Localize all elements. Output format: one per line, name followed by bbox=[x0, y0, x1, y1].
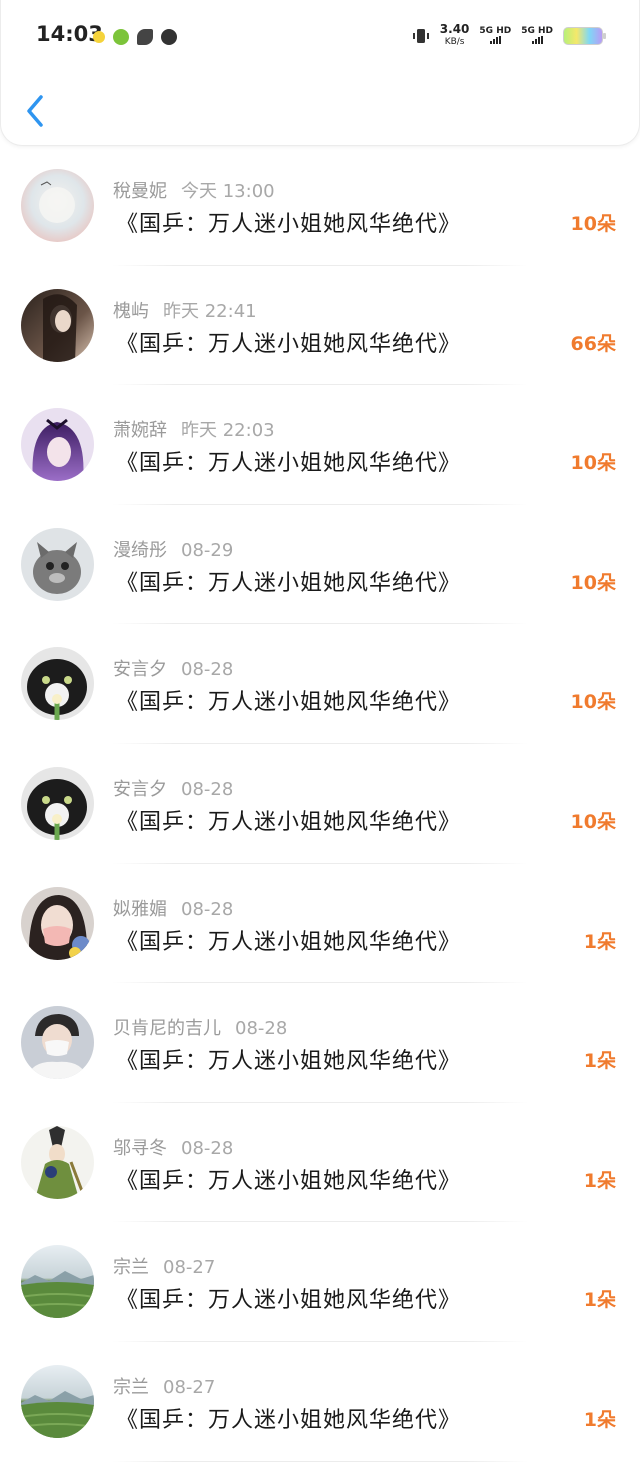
flower-count: 1朵 bbox=[583, 1289, 616, 1312]
user-meta: 安言夕 08-28 bbox=[113, 655, 233, 681]
user-meta: 姒雅媚 08-28 bbox=[113, 895, 233, 921]
list-item[interactable]: 贝肯尼的吉儿 08-28 《国乒：万人迷小姐她风华绝代》 1朵 bbox=[0, 983, 640, 1103]
link-icon bbox=[137, 29, 153, 45]
book-title: 《国乒：万人迷小姐她风华绝代》 bbox=[116, 929, 462, 955]
mascot-icon bbox=[161, 29, 177, 45]
flower-count: 1朵 bbox=[583, 1050, 616, 1073]
avatar[interactable] bbox=[21, 647, 94, 721]
battery-icon bbox=[563, 27, 606, 45]
top-bar: 14:03 3.40 KB/s 5G HD 5G HD bbox=[0, 0, 640, 146]
list-item[interactable]: 邬寻冬 08-28 《国乒：万人迷小姐她风华绝代》 1朵 bbox=[0, 1103, 640, 1223]
book-title: 《国乒：万人迷小姐她风华绝代》 bbox=[116, 212, 462, 237]
avatar[interactable] bbox=[21, 766, 94, 840]
flower-count: 10朵 bbox=[570, 452, 616, 475]
book-title: 《国乒：万人迷小姐她风华绝代》 bbox=[116, 690, 462, 716]
avatar[interactable] bbox=[21, 527, 94, 601]
user-meta: 槐屿 昨天 22:41 bbox=[113, 297, 257, 323]
user-meta: 安言夕 08-28 bbox=[113, 775, 233, 801]
user-meta: 宗兰 08-27 bbox=[113, 1253, 215, 1279]
list-item[interactable]: 漫绮彤 08-29 《国乒：万人迷小姐她风华绝代》 10朵 bbox=[0, 505, 640, 625]
timestamp: 08-27 bbox=[163, 1376, 216, 1398]
avatar[interactable] bbox=[21, 886, 94, 960]
avatar[interactable] bbox=[21, 169, 94, 242]
avatar[interactable] bbox=[21, 288, 94, 362]
user-name[interactable]: 萧婉辞 bbox=[113, 420, 167, 441]
user-name[interactable]: 安言夕 bbox=[113, 659, 167, 680]
timestamp: 08-28 bbox=[181, 778, 234, 800]
signal-2-label: 5G HD bbox=[521, 25, 553, 36]
gift-list: 稅曼妮 今天 13:00 《国乒：万人迷小姐她风华绝代》 10朵 槐屿 昨天 22:41 《… bbox=[0, 146, 640, 1462]
flower-count: 10朵 bbox=[570, 691, 616, 714]
list-item[interactable]: 稅曼妮 今天 13:00 《国乒：万人迷小姐她风华绝代》 10朵 bbox=[0, 146, 640, 266]
speed-value: 3.40 bbox=[439, 22, 470, 36]
timestamp: 08-28 bbox=[181, 659, 234, 681]
user-name[interactable]: 槐屿 bbox=[113, 301, 149, 322]
back-arrow-icon[interactable] bbox=[21, 92, 51, 130]
leaf-icon bbox=[113, 29, 129, 45]
user-name[interactable]: 邬寻冬 bbox=[113, 1138, 167, 1159]
flower-count: 10朵 bbox=[570, 213, 616, 235]
signal-2: 5G HD bbox=[521, 26, 553, 47]
user-name[interactable]: 宗兰 bbox=[113, 1377, 149, 1398]
user-meta: 邬寻冬 08-28 bbox=[113, 1134, 233, 1160]
list-item[interactable]: 安言夕 08-28 《国乒：万人迷小姐她风华绝代》 10朵 bbox=[0, 744, 640, 864]
avatar[interactable] bbox=[21, 1245, 94, 1319]
vibrate-icon bbox=[412, 29, 429, 43]
signal-1-bars-icon bbox=[489, 35, 501, 44]
status-right: 3.40 KB/s 5G HD 5G HD bbox=[412, 22, 606, 48]
row-divider bbox=[112, 1460, 528, 1462]
timestamp: 08-29 bbox=[181, 539, 234, 561]
signal-2-bars-icon bbox=[531, 35, 543, 44]
flower-count: 1朵 bbox=[583, 930, 616, 953]
flower-count: 10朵 bbox=[570, 810, 616, 833]
flower-count: 10朵 bbox=[570, 571, 616, 594]
timestamp: 08-27 bbox=[163, 1257, 216, 1279]
avatar[interactable] bbox=[21, 408, 94, 482]
user-meta: 贝肯尼的吉儿 08-28 bbox=[113, 1014, 287, 1040]
user-name[interactable]: 漫绮彤 bbox=[113, 540, 167, 561]
list-item[interactable]: 槐屿 昨天 22:41 《国乒：万人迷小姐她风华绝代》 66朵 bbox=[0, 266, 640, 386]
speed-unit: KB/s bbox=[444, 37, 465, 47]
book-title: 《国乒：万人迷小姐她风华绝代》 bbox=[116, 331, 462, 357]
timestamp: 08-28 bbox=[181, 1137, 234, 1159]
notification-icons bbox=[93, 29, 177, 45]
user-name[interactable]: 贝肯尼的吉儿 bbox=[113, 1018, 221, 1039]
list-item[interactable]: 宗兰 08-27 《国乒：万人迷小姐她风华绝代》 1朵 bbox=[0, 1222, 640, 1342]
network-speed: 3.40 KB/s bbox=[439, 22, 470, 48]
list-item[interactable]: 姒雅媚 08-28 《国乒：万人迷小姐她风华绝代》 1朵 bbox=[0, 864, 640, 984]
list-item[interactable]: 宗兰 08-27 《国乒：万人迷小姐她风华绝代》 1朵 bbox=[0, 1342, 640, 1462]
signal-1-label: 5G HD bbox=[479, 25, 512, 36]
book-title: 《国乒：万人迷小姐她风华绝代》 bbox=[116, 451, 462, 477]
user-meta: 漫绮彤 08-29 bbox=[113, 536, 233, 562]
timestamp: 昨天 22:03 bbox=[181, 420, 275, 442]
user-name[interactable]: 安言夕 bbox=[113, 779, 167, 800]
user-meta: 稅曼妮 今天 13:00 bbox=[113, 177, 275, 203]
signal-1: 5G HD bbox=[479, 26, 511, 47]
user-name[interactable]: 稅曼妮 bbox=[113, 181, 167, 202]
avatar[interactable] bbox=[21, 1006, 94, 1080]
flower-count: 1朵 bbox=[583, 1408, 616, 1431]
book-title: 《国乒：万人迷小姐她风华绝代》 bbox=[116, 1049, 462, 1075]
book-title: 《国乒：万人迷小姐她风华绝代》 bbox=[116, 1407, 462, 1433]
timestamp: 昨天 22:41 bbox=[163, 300, 257, 322]
book-title: 《国乒：万人迷小姐她风华绝代》 bbox=[116, 1168, 462, 1194]
book-title: 《国乒：万人迷小姐她风华绝代》 bbox=[116, 809, 462, 835]
flower-count: 1朵 bbox=[583, 1169, 616, 1192]
list-item[interactable]: 安言夕 08-28 《国乒：万人迷小姐她风华绝代》 10朵 bbox=[0, 624, 640, 744]
book-title: 《国乒：万人迷小姐她风华绝代》 bbox=[116, 1288, 462, 1314]
user-name[interactable]: 宗兰 bbox=[113, 1257, 149, 1278]
timestamp: 今天 13:00 bbox=[181, 181, 275, 202]
timestamp: 08-28 bbox=[181, 898, 234, 920]
flower-count: 66朵 bbox=[570, 332, 616, 355]
book-title: 《国乒：万人迷小姐她风华绝代》 bbox=[116, 570, 462, 596]
avatar[interactable] bbox=[21, 1125, 94, 1199]
user-name[interactable]: 姒雅媚 bbox=[113, 899, 167, 920]
bird-icon bbox=[93, 31, 105, 43]
user-meta: 宗兰 08-27 bbox=[113, 1373, 215, 1399]
timestamp: 08-28 bbox=[235, 1018, 288, 1040]
user-meta: 萧婉辞 昨天 22:03 bbox=[113, 416, 275, 442]
list-item[interactable]: 萧婉辞 昨天 22:03 《国乒：万人迷小姐她风华绝代》 10朵 bbox=[0, 385, 640, 505]
